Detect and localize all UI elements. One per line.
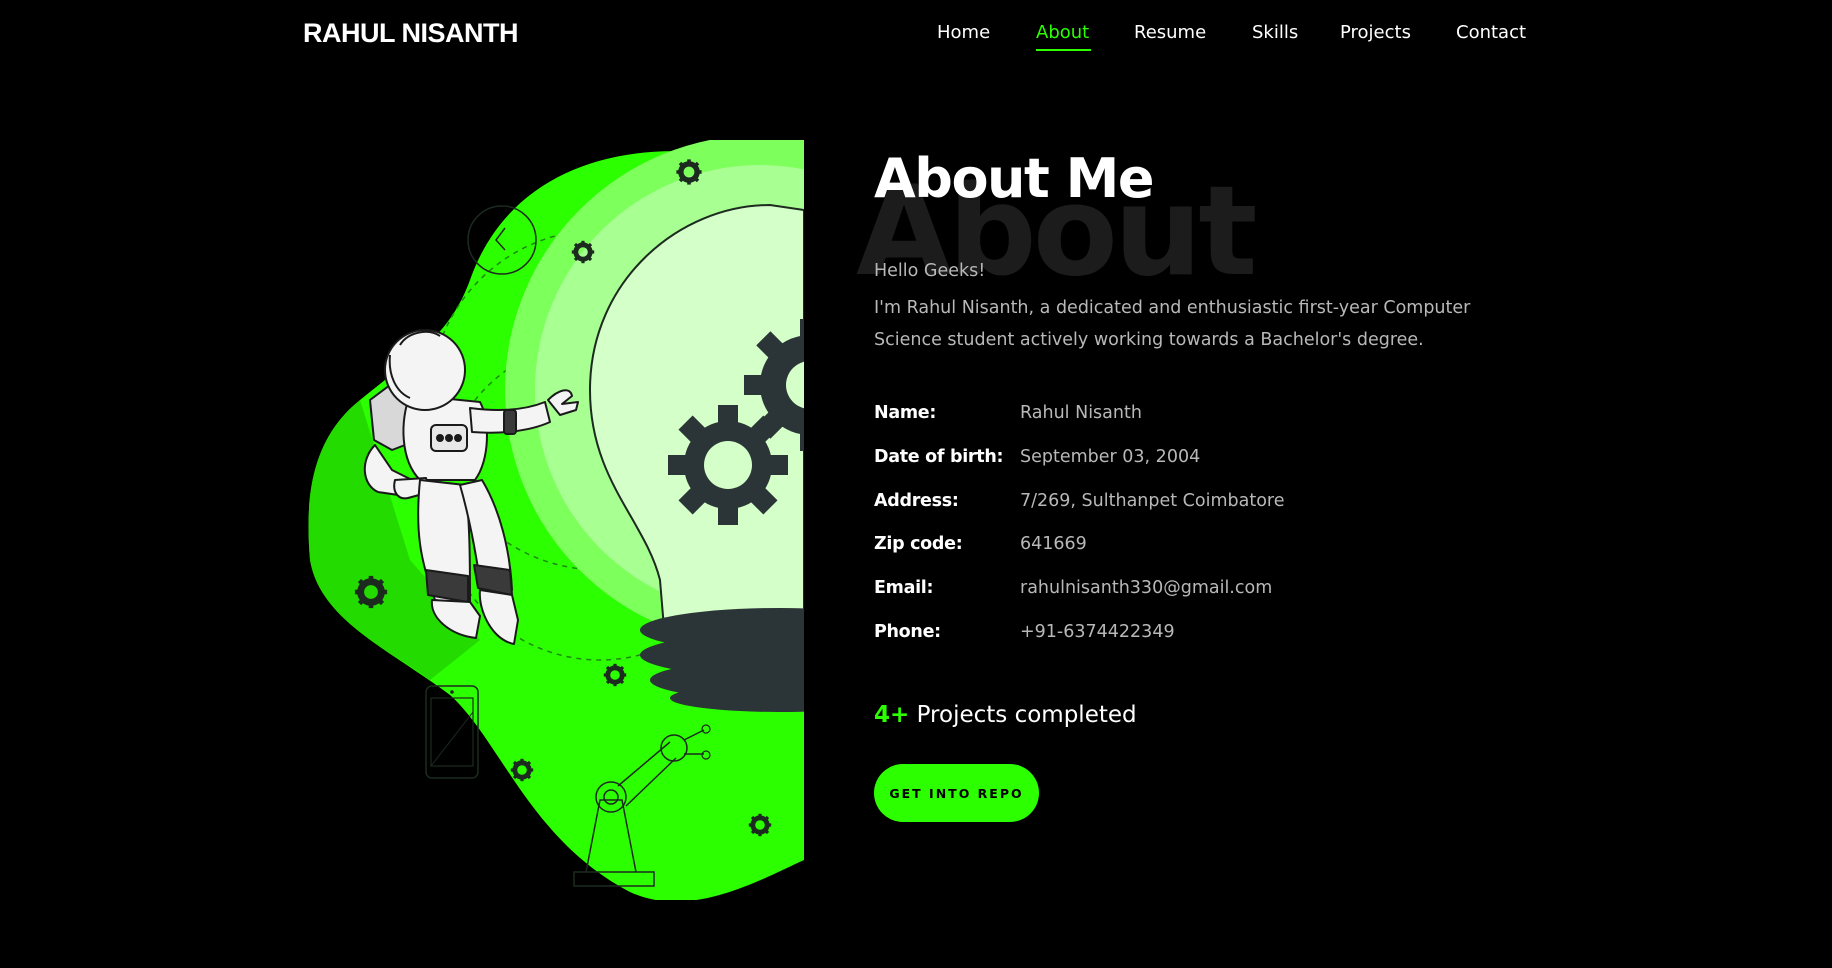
info-value: 641669 <box>1020 534 1087 554</box>
nav-contact[interactable]: Contact <box>1456 22 1526 43</box>
nav-resume[interactable]: Resume <box>1134 22 1206 43</box>
brand-logo[interactable]: RAHUL NISANTH <box>303 18 519 49</box>
intro-text: I'm Rahul Nisanth, a dedicated and enthu… <box>874 298 1471 350</box>
projects-count: 4+ <box>874 702 910 728</box>
info-value: Rahul Nisanth <box>1020 403 1142 423</box>
nav-skills[interactable]: Skills <box>1252 22 1298 43</box>
nav-projects[interactable]: Projects <box>1340 22 1411 43</box>
info-label: Name: <box>874 403 937 423</box>
info-value: September 03, 2004 <box>1020 447 1201 467</box>
info-value: rahulnisanth330@gmail.com <box>1020 578 1273 598</box>
active-nav-indicator <box>1036 49 1091 51</box>
projects-completed: 4+ Projects completed <box>874 702 1137 728</box>
nav-home[interactable]: Home <box>937 22 990 43</box>
navbar: RAHUL NISANTH Home About Resume Skills P… <box>0 0 1832 70</box>
page-title: About Me <box>874 147 1154 210</box>
info-label: Address: <box>874 491 959 511</box>
info-label: Zip code: <box>874 534 963 554</box>
info-label: Email: <box>874 578 934 598</box>
get-into-repo-button[interactable]: GET INTO REPO <box>874 764 1039 822</box>
info-value: +91-6374422349 <box>1020 622 1175 642</box>
nav-about[interactable]: About <box>1036 22 1089 43</box>
info-label: Phone: <box>874 622 941 642</box>
info-value: 7/269, Sulthanpet Coimbatore <box>1020 491 1285 511</box>
greeting: Hello Geeks! <box>874 261 986 281</box>
projects-label: Projects completed <box>916 702 1137 728</box>
about-illustration <box>308 140 804 900</box>
info-label: Date of birth: <box>874 447 1004 467</box>
